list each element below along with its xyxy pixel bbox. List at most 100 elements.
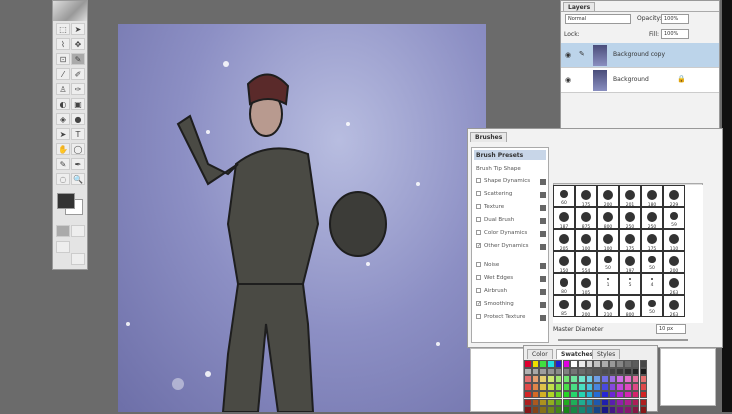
brush-preset[interactable]: 175 xyxy=(641,229,663,252)
color-swatch[interactable] xyxy=(585,375,594,384)
color-swatch[interactable] xyxy=(554,398,563,407)
color-swatch[interactable] xyxy=(608,383,617,391)
lock-icon[interactable] xyxy=(540,302,546,308)
color-swatch[interactable] xyxy=(570,367,578,376)
tool-button[interactable]: 🔍 xyxy=(71,173,85,185)
brush-preset[interactable]: 5 xyxy=(619,273,641,295)
color-swatch[interactable] xyxy=(593,406,601,414)
color-swatch[interactable] xyxy=(547,406,555,414)
color-swatch[interactable] xyxy=(570,360,578,368)
color-swatch[interactable] xyxy=(524,398,532,407)
opacity-field[interactable]: 100% xyxy=(661,14,689,24)
brush-preset[interactable]: 100 xyxy=(597,229,619,252)
checkbox[interactable] xyxy=(476,191,481,196)
color-swatch[interactable] xyxy=(531,375,540,384)
quick-mask-button[interactable] xyxy=(71,225,85,237)
color-swatch[interactable] xyxy=(570,375,578,384)
color-swatch[interactable] xyxy=(562,398,571,407)
brush-preset[interactable]: 187 xyxy=(553,207,575,230)
color-swatch[interactable] xyxy=(616,383,625,391)
color-swatch[interactable] xyxy=(593,390,601,399)
brush-preset[interactable]: 4 xyxy=(641,273,663,295)
color-swatch[interactable] xyxy=(593,383,601,391)
brush-preset[interactable]: 85 xyxy=(553,295,575,317)
blend-mode-select[interactable]: Normal xyxy=(565,14,631,24)
checkbox[interactable] xyxy=(476,275,481,280)
color-swatch[interactable] xyxy=(562,375,571,384)
checkbox[interactable] xyxy=(476,314,481,319)
tool-button[interactable]: ✎ xyxy=(71,53,85,65)
color-swatch[interactable] xyxy=(570,406,578,414)
checkbox[interactable] xyxy=(476,230,481,235)
color-swatch[interactable] xyxy=(601,390,609,399)
color-swatch[interactable] xyxy=(608,398,617,407)
brush-preset[interactable]: 175 xyxy=(575,185,597,208)
brush-presets-item[interactable]: Brush Presets xyxy=(474,150,546,160)
color-swatch[interactable] xyxy=(562,383,571,391)
color-swatch[interactable] xyxy=(524,383,532,391)
master-diameter-field[interactable]: 10 px xyxy=(656,324,686,334)
color-swatch[interactable] xyxy=(547,398,555,407)
brush-tip-shape-item[interactable]: Brush Tip Shape xyxy=(476,166,521,172)
color-swatch[interactable] xyxy=(547,375,555,384)
tool-button[interactable]: ✎ xyxy=(56,158,70,170)
color-swatch[interactable] xyxy=(524,390,532,399)
color-swatch[interactable] xyxy=(577,390,586,399)
color-swatch[interactable] xyxy=(539,383,548,391)
brush-preset[interactable]: 250 xyxy=(641,207,663,230)
color-swatch[interactable] xyxy=(616,398,625,407)
brush-preset[interactable]: 205 xyxy=(553,229,575,252)
brush-preset[interactable]: 1 xyxy=(597,273,619,295)
color-swatch[interactable] xyxy=(639,383,648,391)
color-swatch[interactable] xyxy=(554,406,563,414)
brush-option[interactable]: Shape Dynamics xyxy=(476,178,530,184)
brush-option[interactable]: Noise xyxy=(476,262,499,268)
color-swatch[interactable] xyxy=(531,383,540,391)
color-swatch[interactable] xyxy=(577,360,586,368)
tool-button[interactable]: ✒ xyxy=(71,158,85,170)
layer-row[interactable]: ◉ Background 🔒 xyxy=(561,68,719,93)
color-swatch[interactable] xyxy=(577,375,586,384)
tool-button[interactable]: ➤ xyxy=(71,23,85,35)
brush-option[interactable]: Color Dynamics xyxy=(476,230,527,236)
fill-field[interactable]: 100% xyxy=(661,29,689,39)
eye-icon[interactable]: ◉ xyxy=(565,51,571,59)
color-swatch[interactable] xyxy=(554,375,563,384)
color-swatch[interactable] xyxy=(631,398,640,407)
color-swatch[interactable] xyxy=(524,375,532,384)
color-swatch[interactable] xyxy=(593,398,601,407)
tool-button[interactable]: ✥ xyxy=(71,38,85,50)
brush-preset[interactable]: 105 xyxy=(575,273,597,296)
color-swatch[interactable] xyxy=(524,406,532,414)
brush-preset[interactable]: 800 xyxy=(597,207,619,230)
color-swatch[interactable] xyxy=(624,398,632,407)
color-swatch[interactable] xyxy=(608,367,617,376)
brush-option[interactable]: ✓ Smoothing xyxy=(476,301,514,307)
lock-icon[interactable] xyxy=(540,289,546,295)
tool-button[interactable]: ♙ xyxy=(56,83,70,95)
color-swatch[interactable] xyxy=(624,375,632,384)
color-swatch[interactable] xyxy=(539,406,548,414)
brush-preset[interactable]: 197 xyxy=(619,251,641,274)
lock-icon[interactable] xyxy=(540,263,546,269)
color-swatch[interactable] xyxy=(616,375,625,384)
color-swatch[interactable] xyxy=(524,367,532,376)
lock-icon[interactable] xyxy=(540,218,546,224)
brush-option[interactable]: Dual Brush xyxy=(476,217,514,223)
color-swatch[interactable] xyxy=(547,367,555,376)
color-swatch[interactable] xyxy=(593,367,601,376)
brush-preset[interactable]: 263 xyxy=(663,295,685,318)
color-swatch[interactable] xyxy=(624,367,632,376)
tool-button[interactable]: ⬚ xyxy=(56,23,70,35)
lock-icon[interactable] xyxy=(540,276,546,282)
brush-preset[interactable]: 875 xyxy=(575,207,597,230)
lock-icon[interactable] xyxy=(540,192,546,198)
color-swatch[interactable] xyxy=(593,360,601,368)
color-swatch[interactable] xyxy=(639,398,648,407)
checkbox[interactable] xyxy=(476,217,481,222)
color-swatch[interactable] xyxy=(624,383,632,391)
brush-option[interactable]: Protect Texture xyxy=(476,314,525,320)
brush-preset[interactable]: 150 xyxy=(553,251,575,274)
checkbox[interactable]: ✓ xyxy=(476,243,481,249)
brush-preset[interactable]: 80 xyxy=(553,273,575,295)
